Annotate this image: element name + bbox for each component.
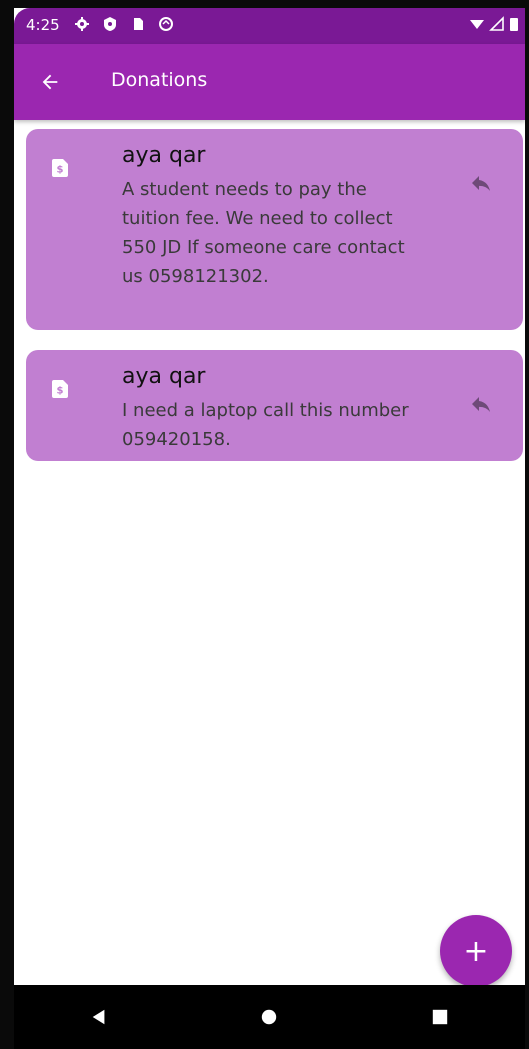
nav-home-button[interactable] bbox=[249, 997, 289, 1037]
wifi-icon bbox=[470, 20, 484, 29]
status-system-icons bbox=[469, 16, 519, 32]
screen: 4:25 Donations $ aya qar A student needs… bbox=[14, 8, 525, 1049]
settings-icon bbox=[75, 17, 89, 31]
status-bar: 4:25 bbox=[14, 8, 525, 44]
sim-card-icon bbox=[134, 18, 143, 30]
reply-icon bbox=[472, 397, 490, 412]
shield-icon bbox=[104, 17, 116, 31]
nav-back-button[interactable] bbox=[79, 997, 119, 1037]
device-frame-left bbox=[0, 0, 14, 1049]
reply-icon bbox=[472, 176, 490, 191]
triangle-back-icon bbox=[92, 1009, 105, 1025]
add-donation-button[interactable]: + bbox=[440, 915, 512, 987]
nav-recents-button[interactable] bbox=[420, 997, 460, 1037]
app-bar: Donations bbox=[14, 44, 525, 120]
square-recents-icon bbox=[432, 1009, 448, 1025]
post-text: A student needs to pay the tuition fee. … bbox=[122, 179, 405, 287]
svg-text:$: $ bbox=[57, 386, 64, 397]
post-author: aya qar bbox=[122, 143, 206, 168]
device-frame-top bbox=[0, 0, 529, 8]
donation-document-icon: $ bbox=[52, 159, 68, 177]
device-frame-right bbox=[525, 0, 529, 1049]
arrow-back-icon bbox=[42, 74, 58, 90]
reply-button[interactable] bbox=[465, 390, 497, 418]
back-button[interactable] bbox=[34, 66, 66, 98]
svg-text:$: $ bbox=[57, 165, 64, 176]
status-notification-icons bbox=[74, 16, 174, 32]
data-saver-icon bbox=[159, 17, 173, 31]
post-card[interactable]: $ aya qar I need a laptop call this numb… bbox=[26, 350, 523, 461]
system-navigation-bar bbox=[14, 985, 525, 1049]
circle-home-icon bbox=[262, 1009, 277, 1025]
post-text: I need a laptop call this number 0594201… bbox=[122, 400, 409, 450]
page-title: Donations bbox=[111, 69, 208, 91]
cell-signal-icon bbox=[489, 16, 504, 31]
post-author: aya qar bbox=[122, 364, 206, 389]
reply-button[interactable] bbox=[465, 169, 497, 197]
post-card[interactable]: $ aya qar A student needs to pay the tui… bbox=[26, 129, 523, 330]
battery-icon bbox=[510, 18, 518, 31]
status-time: 4:25 bbox=[26, 16, 60, 34]
donation-document-icon: $ bbox=[52, 380, 68, 398]
